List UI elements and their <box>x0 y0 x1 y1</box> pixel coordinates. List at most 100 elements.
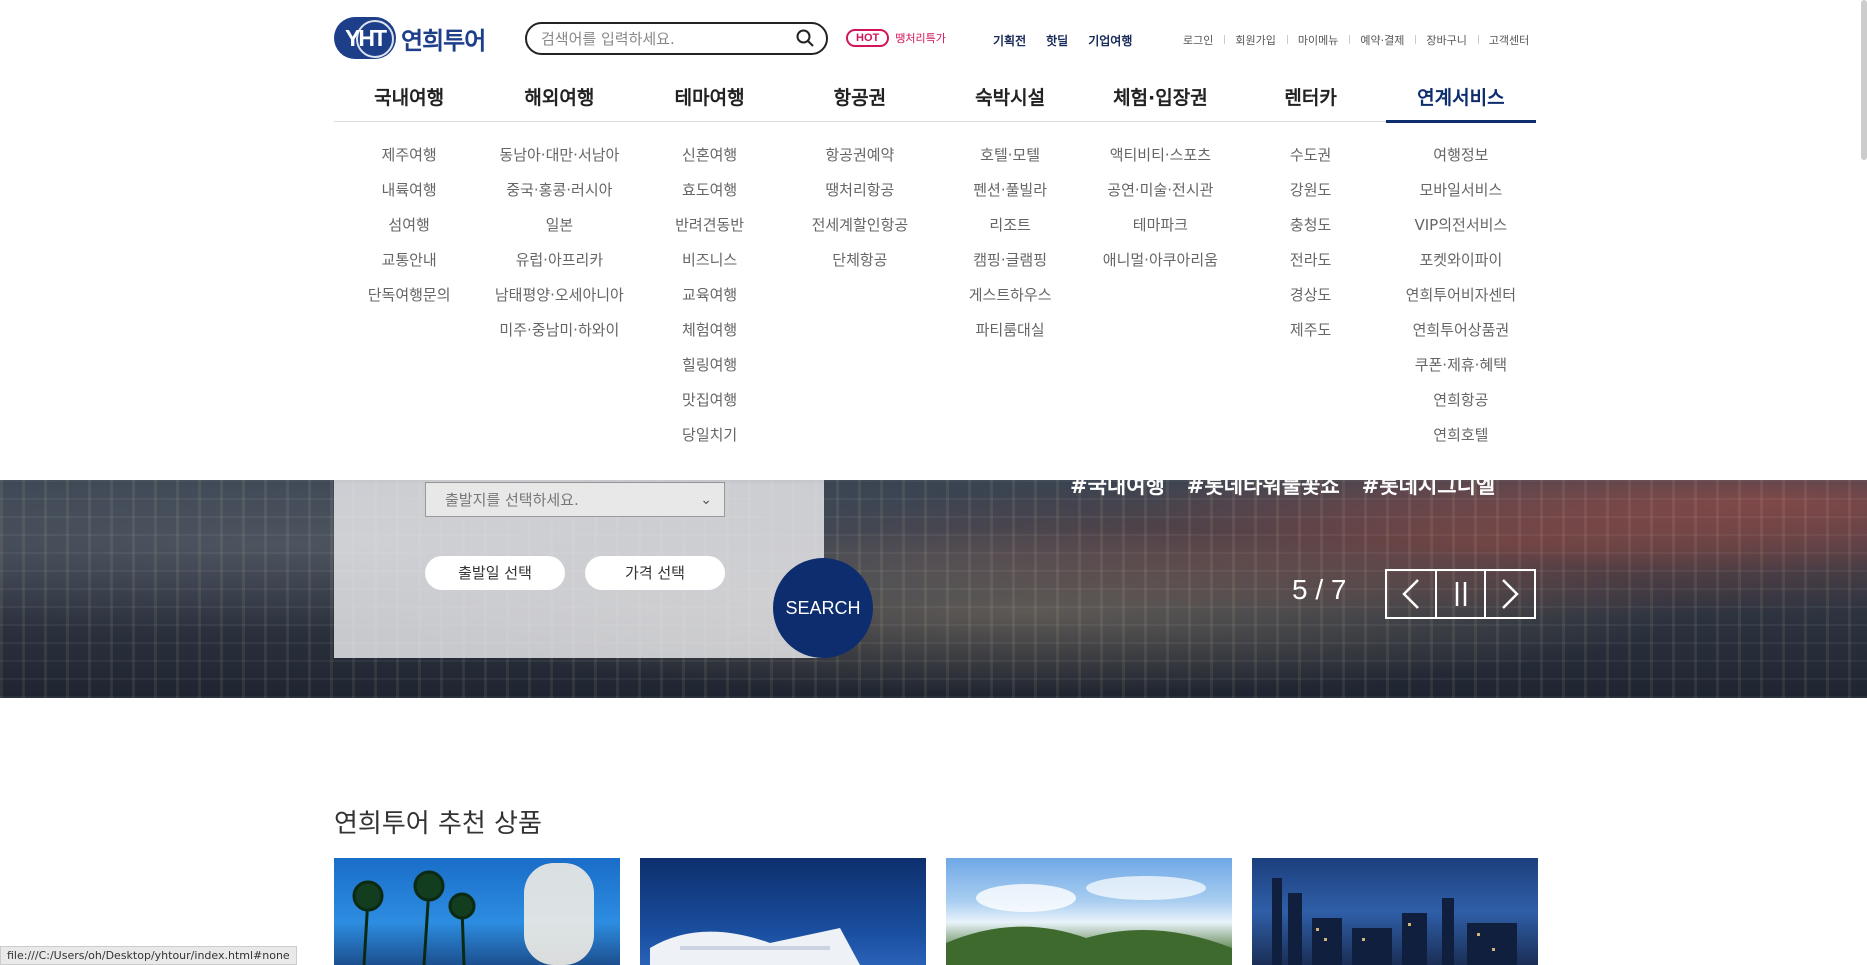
submenu-item[interactable]: 여행정보 <box>1386 143 1536 178</box>
submenu-item[interactable]: 제주여행 <box>334 143 484 178</box>
cart-link[interactable]: 장바구니 <box>1415 32 1477 48</box>
reservation-link[interactable]: 예약·결제 <box>1349 32 1415 48</box>
submenu-item[interactable]: 경상도 <box>1236 283 1386 318</box>
submenu-item[interactable]: 교육여행 <box>635 283 785 318</box>
customer-center-link[interactable]: 고객센터 <box>1477 32 1540 48</box>
submenu-column: 항공권예약 땡처리항공 전세계할인항공 단체항공 <box>785 143 935 458</box>
submenu-item[interactable]: 모바일서비스 <box>1386 178 1536 213</box>
submenu-item[interactable]: 캠핑·글램핑 <box>935 248 1085 283</box>
submenu-item[interactable]: 일본 <box>484 213 634 248</box>
slider-controls <box>1385 569 1536 619</box>
search-button[interactable]: SEARCH <box>773 558 873 658</box>
nav-tab[interactable]: 국내여행 <box>334 76 484 121</box>
site-logo[interactable]: YHT 연희투어 <box>334 17 486 59</box>
product-image <box>650 928 860 965</box>
departure-select-value: 출발지를 선택하세요. <box>445 491 579 509</box>
nav-tab[interactable]: 렌터카 <box>1236 76 1386 121</box>
nav-tab[interactable]: 해외여행 <box>484 76 634 121</box>
quick-link-exhibition[interactable]: 기획전 <box>993 32 1026 49</box>
submenu-item[interactable]: 애니멀·아쿠아리움 <box>1085 248 1235 283</box>
submenu-item[interactable]: 비즈니스 <box>635 248 785 283</box>
departure-date-button[interactable]: 출발일 선택 <box>425 556 565 590</box>
nav-tab[interactable]: 숙박시설 <box>935 76 1085 121</box>
next-slide-button[interactable] <box>1486 571 1534 617</box>
product-image <box>946 876 1232 965</box>
hot-text: 땡처리특가 <box>895 32 946 45</box>
submenu-item[interactable]: 전세계할인항공 <box>785 213 935 248</box>
prev-slide-button[interactable] <box>1387 571 1437 617</box>
signup-link[interactable]: 회원가입 <box>1224 32 1286 48</box>
submenu-item[interactable]: 체험여행 <box>635 318 785 353</box>
submenu-item[interactable]: 당일치기 <box>635 423 785 458</box>
nav-tab[interactable]: 테마여행 <box>635 76 785 121</box>
submenu-item[interactable]: 파티룸대실 <box>935 318 1085 353</box>
pause-slide-button[interactable] <box>1437 571 1487 617</box>
submenu-item[interactable]: 펜션·풀빌라 <box>935 178 1085 213</box>
submenu-item[interactable]: 신혼여행 <box>635 143 785 178</box>
submenu-item[interactable]: 교통안내 <box>334 248 484 283</box>
submenu-item[interactable]: 연희호텔 <box>1386 423 1536 458</box>
submenu-item[interactable]: 남태평양·오세아니아 <box>484 283 634 318</box>
nav-tab[interactable]: 연계서비스 <box>1385 76 1537 123</box>
chevron-left-icon <box>1402 579 1419 609</box>
product-card[interactable] <box>334 858 620 965</box>
submenu-item[interactable]: 힐링여행 <box>635 353 785 388</box>
submenu-item[interactable]: 미주·중남미·하와이 <box>484 318 634 353</box>
product-card[interactable] <box>640 858 926 965</box>
submenu-item[interactable]: 연희항공 <box>1386 388 1536 423</box>
submenu-item[interactable]: 단독여행문의 <box>334 283 484 318</box>
quick-link-hotdeal[interactable]: 핫딜 <box>1046 32 1068 49</box>
submenu-item[interactable]: 연희투어상품권 <box>1386 318 1536 353</box>
submenu-item[interactable]: 반려견동반 <box>635 213 785 248</box>
submenu-item[interactable]: VIP의전서비스 <box>1386 213 1536 248</box>
submenu-item[interactable]: 공연·미술·전시관 <box>1085 178 1235 213</box>
utility-links: 로그인 회원가입 마이메뉴 예약·결제 장바구니 고객센터 <box>1172 32 1540 48</box>
login-link[interactable]: 로그인 <box>1172 32 1224 48</box>
submenu-item[interactable]: 연희투어비자센터 <box>1386 283 1536 318</box>
nav-tab[interactable]: 항공권 <box>785 76 935 121</box>
price-button[interactable]: 가격 선택 <box>585 556 725 590</box>
main-navigation: 국내여행 해외여행 테마여행 항공권 숙박시설 체험·입장권 렌터카 연계서비스 <box>334 76 1537 123</box>
submenu-column: 수도권 강원도 충청도 전라도 경상도 제주도 <box>1236 143 1386 458</box>
submenu-item[interactable]: 중국·홍콩·러시아 <box>484 178 634 213</box>
submenu-item[interactable]: 섬여행 <box>334 213 484 248</box>
quick-link-corporate[interactable]: 기업여행 <box>1088 32 1132 49</box>
logo-mark: YHT <box>334 17 396 59</box>
submenu-item[interactable]: 포켓와이파이 <box>1386 248 1536 283</box>
search-icon[interactable] <box>796 29 814 47</box>
scrollbar[interactable] <box>1861 0 1867 160</box>
recommend-product-list <box>334 858 1538 965</box>
hero-background-image <box>0 480 1867 698</box>
product-card[interactable] <box>946 858 1232 965</box>
submenu-item[interactable]: 액티비티·스포츠 <box>1085 143 1235 178</box>
search-input[interactable] <box>541 29 781 48</box>
submenu-item[interactable]: 전라도 <box>1236 248 1386 283</box>
submenu-item[interactable]: 제주도 <box>1236 318 1386 353</box>
submenu-item[interactable]: 호텔·모텔 <box>935 143 1085 178</box>
search-box <box>525 22 828 55</box>
hero-banner <box>0 480 1867 698</box>
submenu-item[interactable]: 강원도 <box>1236 178 1386 213</box>
submenu-item[interactable]: 맛집여행 <box>635 388 785 423</box>
submenu-item[interactable]: 내륙여행 <box>334 178 484 213</box>
hot-badge: HOT <box>846 29 890 47</box>
submenu-item[interactable]: 게스트하우스 <box>935 283 1085 318</box>
hot-deal-link[interactable]: HOT 땡처리특가 <box>846 29 946 47</box>
product-card[interactable] <box>1252 858 1538 965</box>
nav-tab[interactable]: 체험·입장권 <box>1085 76 1235 121</box>
submenu-item[interactable]: 쿠폰·제휴·혜택 <box>1386 353 1536 388</box>
submenu-item[interactable]: 단체항공 <box>785 248 935 283</box>
submenu-item[interactable]: 리조트 <box>935 213 1085 248</box>
submenu-item[interactable]: 항공권예약 <box>785 143 935 178</box>
submenu-item[interactable]: 동남아·대만·서남아 <box>484 143 634 178</box>
submenu-item[interactable]: 충청도 <box>1236 213 1386 248</box>
mymenu-link[interactable]: 마이메뉴 <box>1286 32 1349 48</box>
submenu-item[interactable]: 땡처리항공 <box>785 178 935 213</box>
submenu-item[interactable]: 유럽·아프리카 <box>484 248 634 283</box>
travel-search-panel: 출발지를 선택하세요. ⌄ 출발일 선택 가격 선택 <box>334 480 824 658</box>
submenu-item[interactable]: 테마파크 <box>1085 213 1235 248</box>
logo-text: 연희투어 <box>401 26 486 55</box>
submenu-item[interactable]: 수도권 <box>1236 143 1386 178</box>
submenu-item[interactable]: 효도여행 <box>635 178 785 213</box>
departure-select[interactable]: 출발지를 선택하세요. ⌄ <box>425 482 725 517</box>
